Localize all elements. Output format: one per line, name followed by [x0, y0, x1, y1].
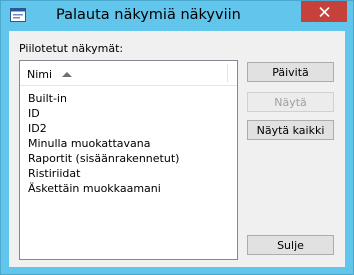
dialog-body: Piilotetut näkymät: Nimi Built-in ID ID2… — [9, 31, 345, 267]
list-items: Built-in ID ID2 Minulla muokattavana Rap… — [20, 91, 237, 196]
app-window-icon — [10, 8, 26, 22]
column-divider[interactable] — [227, 64, 228, 82]
list-item[interactable]: ID — [20, 106, 237, 121]
show-button[interactable]: Näytä — [247, 92, 334, 112]
list-item[interactable]: ID2 — [20, 121, 237, 136]
show-all-button[interactable]: Näytä kaikki — [247, 120, 334, 140]
refresh-button[interactable]: Päivitä — [247, 62, 334, 82]
list-item[interactable]: Äskettäin muokkaamani — [20, 181, 237, 196]
list-item[interactable]: Minulla muokattavana — [20, 136, 237, 151]
hidden-views-label: Piilotetut näkymät: — [19, 42, 124, 55]
window-title: Palauta näkymiä näkyviin — [56, 7, 241, 23]
sort-ascending-icon — [62, 72, 72, 77]
close-icon — [318, 6, 330, 17]
close-button[interactable]: Sulje — [247, 235, 334, 255]
list-column-header[interactable]: Nimi — [20, 61, 237, 86]
title-bar[interactable]: Palauta näkymiä näkyviin — [1, 1, 353, 31]
list-item[interactable]: Ristiriidat — [20, 166, 237, 181]
column-name-label[interactable]: Nimi — [27, 68, 52, 81]
list-item[interactable]: Raportit (sisäänrakennetut) — [20, 151, 237, 166]
window-close-button[interactable] — [301, 1, 347, 22]
list-item[interactable]: Built-in — [20, 91, 237, 106]
dialog-window: Palauta näkymiä näkyviin Piilotetut näky… — [0, 0, 354, 275]
hidden-views-list[interactable]: Nimi Built-in ID ID2 Minulla muokattavan… — [19, 60, 238, 260]
